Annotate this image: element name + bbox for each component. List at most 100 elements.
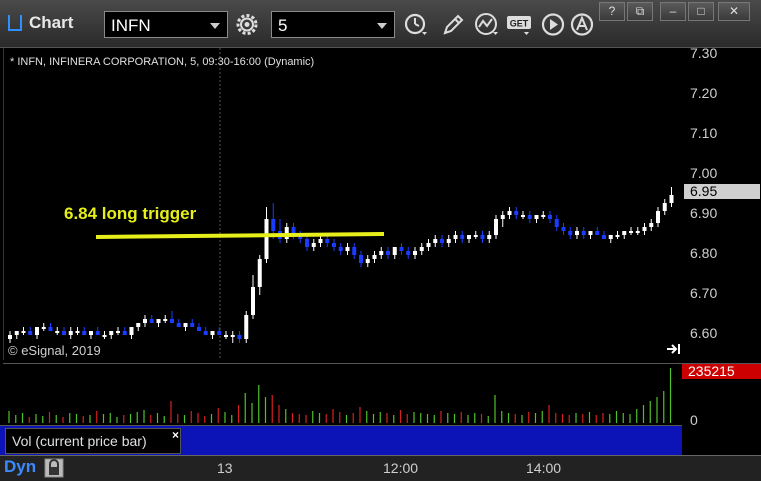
volume-axis: 235215 0 — [682, 363, 761, 428]
candle — [170, 319, 174, 323]
candle — [595, 231, 600, 235]
candle — [608, 235, 613, 239]
settings-button[interactable] — [233, 11, 261, 38]
candle — [446, 239, 451, 243]
y-tick: 7.30 — [690, 45, 718, 61]
candle — [305, 239, 309, 247]
candle — [392, 247, 397, 255]
restore-button[interactable]: ⧉ — [627, 2, 653, 21]
candle — [507, 211, 512, 215]
price-axis[interactable]: 7.30 7.20 7.10 7.00 6.90 6.80 6.70 6.60 … — [682, 45, 761, 360]
candle — [500, 215, 505, 219]
interval-combo[interactable]: 5 — [271, 11, 395, 38]
candle — [487, 235, 492, 239]
toolbar: Chart INFN 5 GET ? ⧉ – □ ✕ — [0, 0, 761, 48]
candle — [82, 331, 87, 335]
last-price-marker: 6.95 — [684, 184, 760, 199]
y-tick: 7.20 — [690, 85, 718, 101]
candle — [244, 315, 249, 339]
x-tick: 14:00 — [526, 460, 562, 476]
candle — [352, 247, 357, 255]
candle — [399, 247, 404, 251]
candle — [129, 327, 134, 335]
chevron-down-icon[interactable] — [377, 23, 387, 29]
candle — [480, 235, 485, 239]
close-button[interactable]: ✕ — [718, 2, 750, 21]
candle — [615, 235, 620, 237]
study-chart-icon — [475, 13, 498, 35]
time-button[interactable] — [402, 11, 430, 38]
candle — [264, 219, 269, 259]
candle — [149, 319, 154, 323]
candle — [602, 235, 606, 239]
candle — [419, 247, 424, 251]
candle — [406, 251, 411, 255]
candle — [116, 331, 120, 333]
candle — [372, 255, 377, 259]
candle — [521, 215, 525, 217]
x-tick: 13 — [217, 460, 233, 476]
candle — [35, 327, 39, 335]
time-axis[interactable]: Dyn 13 12:00 14:00 — [0, 455, 761, 481]
candle — [21, 331, 26, 333]
candle — [183, 323, 188, 327]
close-study-icon[interactable]: × — [172, 428, 179, 442]
candle — [217, 331, 222, 335]
candle — [359, 255, 363, 263]
minimize-button[interactable]: – — [660, 2, 686, 21]
dynamic-mode-label[interactable]: Dyn — [4, 457, 36, 477]
candle — [440, 239, 444, 243]
help-button[interactable]: ? — [599, 2, 625, 21]
candle — [122, 331, 127, 335]
y-tick: 7.10 — [690, 125, 718, 141]
y-tick: 6.80 — [690, 245, 718, 261]
symbol-combo[interactable]: INFN — [104, 11, 228, 38]
play-button[interactable] — [539, 11, 567, 38]
y-tick: 7.00 — [690, 165, 718, 181]
copyright-label: © eSignal, 2019 — [8, 343, 101, 358]
draw-button[interactable] — [439, 11, 467, 38]
volume-study-label[interactable]: Vol (current price bar) — [5, 428, 181, 454]
candle — [332, 243, 336, 247]
candle — [467, 235, 471, 239]
candle — [203, 331, 208, 335]
maximize-button[interactable]: □ — [688, 2, 714, 21]
chevron-down-icon[interactable] — [210, 23, 220, 29]
candle — [575, 231, 579, 235]
candle — [136, 323, 141, 327]
candle — [379, 251, 384, 255]
study-button[interactable] — [473, 11, 501, 38]
candle — [413, 251, 417, 255]
volume-panel[interactable] — [3, 363, 682, 424]
candle — [581, 231, 586, 235]
candle — [649, 223, 654, 227]
y-tick: 6.60 — [690, 325, 718, 341]
candle — [197, 327, 201, 331]
candle — [365, 259, 370, 263]
candle — [156, 319, 161, 323]
candle — [514, 211, 519, 215]
candle — [561, 227, 566, 231]
candle — [237, 335, 242, 339]
candle — [251, 287, 255, 315]
get-label: GET — [510, 19, 529, 29]
candle — [95, 331, 100, 335]
candle — [534, 215, 539, 219]
candle — [568, 231, 573, 235]
candle — [176, 323, 181, 327]
y-tick: 6.90 — [690, 205, 718, 221]
lock-icon[interactable] — [44, 458, 64, 478]
alert-button[interactable] — [568, 11, 596, 38]
candle — [224, 335, 228, 337]
candle — [89, 331, 93, 335]
candle — [386, 251, 390, 255]
price-chart[interactable]: * INFN, INFINERA CORPORATION, 5, 09:30-1… — [3, 48, 683, 360]
candle — [635, 231, 640, 233]
trigger-line — [95, 232, 385, 239]
volume-zero-tick: 0 — [690, 412, 698, 428]
get-icon: GET — [507, 16, 531, 35]
alert-a-icon — [570, 13, 594, 36]
jump-to-end-icon[interactable] — [666, 342, 682, 356]
get-button[interactable]: GET — [506, 11, 534, 38]
candle — [48, 327, 53, 331]
